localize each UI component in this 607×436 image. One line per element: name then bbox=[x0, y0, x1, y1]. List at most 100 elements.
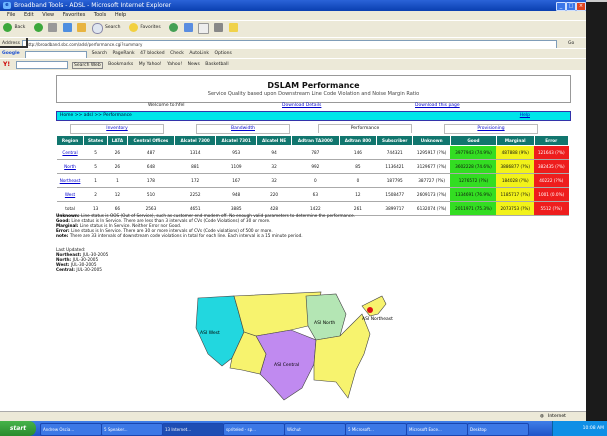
refresh-icon[interactable] bbox=[62, 23, 72, 32]
table-header-cell: Alcatel NE bbox=[256, 135, 292, 146]
table-row: Northeast 1 1 178 172 167 32 0 0 187795 387727 (?%… bbox=[56, 173, 569, 188]
tab-bandwidth[interactable]: Bandwidth bbox=[196, 124, 290, 134]
map-region-northeast[interactable] bbox=[361, 295, 387, 317]
start-button[interactable]: start bbox=[0, 421, 36, 436]
table-cell: 26 bbox=[107, 145, 128, 160]
table-cell: 387727 (?%) bbox=[412, 173, 451, 188]
table-header-cell: Region bbox=[55, 135, 85, 146]
table-cell: 2011971 (75.3%) bbox=[450, 201, 497, 216]
tab-provisioning[interactable]: Provisioning bbox=[444, 124, 538, 134]
favorites-button[interactable]: Favorites bbox=[140, 25, 160, 30]
back-arrow-icon[interactable] bbox=[3, 23, 12, 32]
home-icon[interactable] bbox=[77, 23, 87, 32]
close-button[interactable]: × bbox=[576, 2, 586, 11]
tab-performance[interactable]: Performance bbox=[318, 124, 412, 133]
menu-favorites[interactable]: Favorites bbox=[63, 12, 86, 18]
table-cell: 172 bbox=[174, 173, 216, 188]
region-cell[interactable]: West bbox=[56, 187, 84, 202]
stop-icon[interactable] bbox=[48, 23, 58, 32]
table-header-row: Region States LATA Central Offices Alcatel 7… bbox=[55, 135, 570, 146]
status-legend: Unknown: Line status is OOS (Out of Serv… bbox=[56, 213, 436, 238]
table-cell: 1136421 bbox=[376, 159, 413, 174]
taskbar-button[interactable]: Andrew Oscia... bbox=[40, 423, 102, 436]
region-cell[interactable]: Northeast bbox=[56, 173, 84, 188]
favorites-star-icon[interactable] bbox=[128, 23, 138, 32]
table-header-cell: Marginal bbox=[495, 135, 535, 146]
minimize-button[interactable]: _ bbox=[556, 2, 566, 11]
folder-icon[interactable] bbox=[228, 23, 238, 32]
forward-arrow-icon[interactable] bbox=[33, 23, 43, 32]
region-cell[interactable]: Central bbox=[56, 145, 84, 160]
search-button[interactable]: Search bbox=[105, 25, 120, 30]
yahoo-search-input[interactable] bbox=[15, 61, 68, 69]
last-updated-date: JUL-30-2005 bbox=[76, 267, 102, 272]
pagerank-button[interactable]: PageRank bbox=[112, 51, 134, 56]
clock: 10:08 AM bbox=[582, 426, 604, 431]
table-cell: 1276572 (?%) bbox=[450, 173, 497, 188]
menu-edit[interactable]: Edit bbox=[24, 12, 34, 18]
taskbar-button[interactable]: 5 Speaker... bbox=[101, 423, 163, 436]
menu-tools[interactable]: Tools bbox=[94, 12, 106, 18]
menu-help[interactable]: Help bbox=[115, 12, 126, 18]
google-search-button[interactable]: Search bbox=[92, 51, 107, 56]
taskbar-button[interactable]: 5 Microsoft... bbox=[345, 423, 407, 436]
options-button[interactable]: Options bbox=[214, 51, 231, 56]
table-cell: 85 bbox=[339, 159, 377, 174]
download-page-link[interactable]: Download this page bbox=[415, 103, 460, 108]
table-cell: 510 bbox=[127, 187, 175, 202]
map-region-north[interactable] bbox=[305, 293, 347, 341]
bookmarks-button[interactable]: Bookmarks bbox=[108, 62, 133, 67]
callout-line bbox=[0, 46, 27, 48]
table-cell: 2252 bbox=[174, 187, 216, 202]
menu-file[interactable]: File bbox=[7, 12, 15, 18]
table-cell: 167 bbox=[215, 173, 257, 188]
go-button[interactable]: Go bbox=[568, 41, 574, 46]
table-cell: 992 bbox=[291, 159, 340, 174]
maximize-button[interactable]: □ bbox=[566, 2, 576, 11]
taskbar-button[interactable]: Wichut bbox=[284, 423, 346, 436]
table-cell: 2 bbox=[83, 187, 108, 202]
taskbar-button[interactable]: 13 Internet... bbox=[162, 423, 224, 436]
window-title: Broadband Tools - ADSL - Microsoft Inter… bbox=[14, 2, 172, 9]
page-title: DSLAM Performance bbox=[267, 81, 360, 90]
autolink-button[interactable]: AutoLink bbox=[189, 51, 209, 56]
taskbar-button[interactable]: spriteled - sp... bbox=[223, 423, 285, 436]
taskbar-button[interactable]: Desktop bbox=[467, 423, 529, 436]
print-icon[interactable] bbox=[214, 23, 224, 32]
my-yahoo-button[interactable]: My Yahoo! bbox=[139, 62, 162, 67]
table-header-cell: States bbox=[83, 135, 109, 146]
help-link[interactable]: Help bbox=[520, 112, 530, 120]
table-cell: 187795 bbox=[376, 173, 413, 188]
table-cell: 1 bbox=[83, 173, 108, 188]
search-icon[interactable] bbox=[91, 23, 103, 34]
map-label-north: ASI North bbox=[314, 320, 335, 326]
basketball-button[interactable]: Basketball bbox=[205, 62, 228, 67]
tab-inventory[interactable]: Inventory bbox=[70, 124, 164, 134]
search-web-button[interactable]: Search Web bbox=[71, 62, 103, 69]
performance-table: Region States LATA Central Offices Alcatel 7… bbox=[55, 135, 570, 216]
region-cell[interactable]: North bbox=[56, 159, 84, 174]
table-row: West 2 12 510 2252 948 220 63 12 1508477 2609173 (… bbox=[56, 187, 569, 202]
table-cell: 648 bbox=[127, 159, 175, 174]
table-header-cell: Central Offices bbox=[126, 135, 176, 146]
history-icon[interactable] bbox=[183, 23, 193, 32]
table-cell: 1295917 (?%) bbox=[412, 145, 451, 160]
popup-blocked-button[interactable]: 47 blocked bbox=[140, 51, 165, 56]
desktop-background bbox=[586, 0, 607, 436]
table-cell: 12 bbox=[107, 187, 128, 202]
menu-view[interactable]: View bbox=[42, 12, 54, 18]
map-label-northeast: ASI Northeast bbox=[362, 316, 393, 322]
yahoo-button[interactable]: Yahoo! bbox=[167, 62, 182, 67]
back-button[interactable]: Back bbox=[14, 25, 25, 30]
taskbar-button[interactable]: Microsoft Exce... bbox=[406, 423, 468, 436]
spellcheck-button[interactable]: Check bbox=[170, 51, 184, 56]
news-button[interactable]: News bbox=[188, 62, 200, 67]
media-icon[interactable] bbox=[169, 23, 179, 32]
table-row: North 5 26 648 881 1109 32 992 85 1136421 3129677 … bbox=[56, 159, 569, 174]
mail-icon[interactable] bbox=[197, 23, 209, 34]
download-details-link[interactable]: Download Details bbox=[282, 103, 321, 108]
menu-bar: File Edit View Favorites Tools Help bbox=[0, 11, 586, 20]
breadcrumb-text[interactable]: Home >> adsl >> Performance bbox=[60, 112, 132, 120]
table-header-cell: Unknown bbox=[412, 135, 451, 146]
google-logo: Google bbox=[2, 51, 20, 56]
